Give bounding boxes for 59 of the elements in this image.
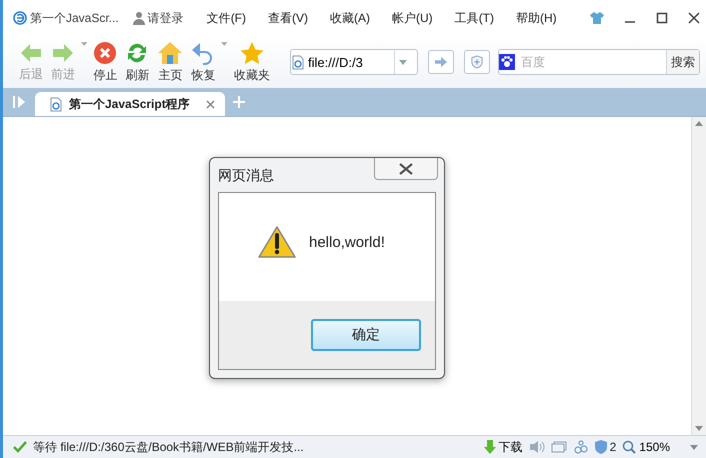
dropdown-caret-icon[interactable]: [690, 444, 698, 450]
checkmark-icon: [13, 441, 27, 453]
down-arrow-icon: [484, 440, 496, 454]
warning-icon: [257, 225, 297, 259]
browser-tab[interactable]: 第一个JavaScript程序: [35, 92, 225, 116]
tab-title: 第一个JavaScript程序: [69, 96, 190, 112]
scrollbar[interactable]: [691, 117, 706, 435]
star-icon[interactable]: [238, 40, 265, 64]
toolbar-button[interactable]: 刷新: [123, 40, 152, 84]
menu-item[interactable]: 查看(V): [259, 8, 318, 28]
search-button[interactable]: 搜索: [666, 50, 699, 74]
down-caret-icon: [695, 426, 703, 431]
zoom-button[interactable]: 150%: [622, 440, 670, 454]
download-button[interactable]: 下载: [484, 438, 523, 456]
toolbar-button[interactable]: 主页: [155, 40, 186, 84]
shirt-icon[interactable]: [590, 12, 604, 24]
dropdown-caret-icon[interactable]: [398, 60, 407, 64]
login-link[interactable]: 请登录: [148, 10, 184, 26]
dialog-title: 网页消息: [218, 167, 274, 185]
user-icon: [132, 11, 145, 25]
dropdown-caret-icon[interactable]: [81, 42, 88, 46]
sidebar-toggle-icon[interactable]: [13, 96, 27, 108]
shield-icon[interactable]: [594, 440, 607, 454]
stop-icon[interactable]: [93, 40, 118, 64]
page-icon: [49, 96, 63, 112]
dialog-close-button[interactable]: [374, 158, 438, 180]
menu-item[interactable]: 帐户(U): [383, 8, 442, 28]
windows-icon[interactable]: [550, 441, 567, 453]
menu-item[interactable]: 收藏(A): [321, 8, 380, 28]
browser-logo-icon: [13, 11, 27, 25]
go-button[interactable]: [428, 50, 454, 74]
magnifier-icon: [622, 440, 636, 454]
toolbar-button[interactable]: 收藏夹: [232, 40, 272, 84]
security-button[interactable]: [464, 50, 490, 74]
menu-item[interactable]: 帮助(H): [507, 8, 566, 28]
menu-item[interactable]: 文件(F): [198, 8, 256, 28]
shield-icon: [471, 54, 483, 70]
close-icon: [398, 162, 414, 174]
close-icon[interactable]: [688, 12, 700, 24]
window-title: 第一个JavaScr...: [30, 10, 119, 26]
menu-item[interactable]: 工具(T): [446, 8, 504, 28]
house-icon[interactable]: [157, 40, 184, 64]
maximize-icon[interactable]: [656, 12, 668, 24]
status-text: 等待 file:///D:/360云盘/Book书籍/WEB前端开发技...: [33, 438, 304, 456]
shield-count: 2: [610, 440, 616, 454]
dialog-message: hello,world!: [309, 234, 385, 250]
speaker-icon[interactable]: [528, 440, 545, 454]
ok-button[interactable]: 确定: [311, 319, 421, 351]
right-arrow-icon: [435, 56, 447, 68]
toolbar-button[interactable]: 停止: [91, 40, 120, 84]
dropdown-caret-icon[interactable]: [221, 42, 228, 46]
toolbar-button[interactable]: 恢复: [189, 40, 218, 84]
new-tab-icon[interactable]: [233, 96, 245, 108]
page-icon: [290, 54, 305, 70]
up-caret-icon: [695, 121, 703, 126]
search-bar[interactable]: 百度 搜索: [498, 49, 700, 75]
bubbles-icon[interactable]: [572, 440, 589, 454]
paw-icon: [499, 54, 517, 70]
address-bar[interactable]: file:///D:/3: [290, 49, 418, 75]
